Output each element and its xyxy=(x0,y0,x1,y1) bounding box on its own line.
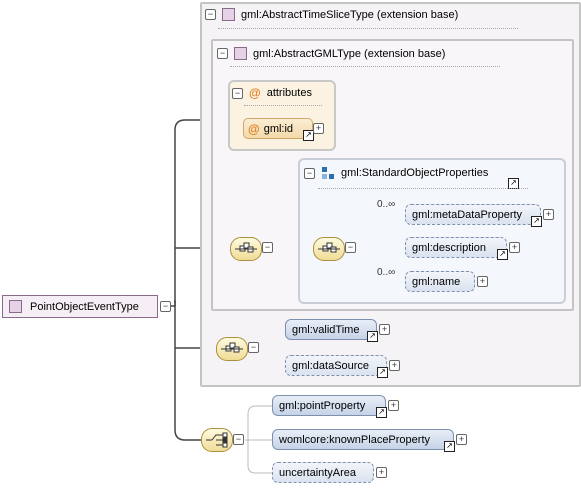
divider xyxy=(218,28,518,29)
plus-toggle-icon[interactable]: + xyxy=(313,123,324,134)
minus-toggle-icon[interactable]: − xyxy=(217,48,228,59)
plus-toggle-icon[interactable]: + xyxy=(379,324,390,335)
cardinality-label: 0..∞ xyxy=(377,199,396,210)
root-type-pointobjecteventtype[interactable]: PointObjectEventType xyxy=(2,295,158,318)
choice-compositor-icon[interactable] xyxy=(201,428,233,452)
element-gml-description[interactable]: gml:description ↗ xyxy=(405,237,508,260)
reference-arrow-icon[interactable]: ↗ xyxy=(367,331,378,342)
reference-arrow-icon[interactable]: ↗ xyxy=(497,249,508,260)
abstract-time-slice-header: − gml:AbstractTimeSliceType (extension b… xyxy=(205,8,458,21)
element-label: gml:metaDataProperty xyxy=(412,208,523,221)
element-label: gml:description xyxy=(412,241,486,254)
element-label: gml:validTime xyxy=(292,323,360,336)
attribute-at-icon: @ xyxy=(249,86,261,100)
element-label: uncertaintyArea xyxy=(279,466,357,479)
divider xyxy=(318,188,528,189)
connector-uncertainty xyxy=(247,440,272,474)
minus-toggle-icon[interactable]: − xyxy=(248,342,259,353)
attributes-header: − @ attributes xyxy=(232,86,312,100)
element-gml-datasource[interactable]: gml:dataSource ↗ xyxy=(285,355,388,378)
reference-arrow-icon[interactable]: ↗ xyxy=(444,441,455,452)
element-label: womlcore:knownPlaceProperty xyxy=(279,433,431,446)
plus-toggle-icon[interactable]: + xyxy=(388,400,399,411)
group-icon xyxy=(322,167,334,179)
element-womlcore-knownplaceproperty[interactable]: womlcore:knownPlaceProperty ↗ xyxy=(272,429,455,452)
reference-arrow-icon[interactable]: ↗ xyxy=(377,367,388,378)
element-label: gml:pointProperty xyxy=(279,399,366,412)
element-uncertaintyarea[interactable]: uncertaintyArea xyxy=(272,462,374,483)
element-gml-validtime[interactable]: gml:validTime ↗ xyxy=(285,319,378,342)
connector-pointproperty xyxy=(245,405,272,441)
complex-type-icon xyxy=(234,47,247,60)
sequence-compositor-icon[interactable] xyxy=(313,237,345,261)
abstract-time-slice-label: gml:AbstractTimeSliceType (extension bas… xyxy=(241,8,459,21)
abstract-gml-header: − gml:AbstractGMLType (extension base) xyxy=(217,47,445,60)
minus-toggle-icon[interactable]: − xyxy=(205,9,216,20)
reference-arrow-icon[interactable]: ↗ xyxy=(531,216,542,227)
plus-toggle-icon[interactable]: + xyxy=(509,242,520,253)
plus-toggle-icon[interactable]: + xyxy=(376,467,387,478)
minus-toggle-icon[interactable]: − xyxy=(262,242,273,253)
sequence-compositor-icon[interactable] xyxy=(216,337,248,361)
attribute-at-icon: @ xyxy=(248,121,260,136)
abstract-gml-label: gml:AbstractGMLType (extension base) xyxy=(253,47,446,60)
plus-toggle-icon[interactable]: + xyxy=(456,434,467,445)
element-gml-name[interactable]: gml:name xyxy=(405,271,475,292)
minus-toggle-icon[interactable]: − xyxy=(345,242,356,253)
element-label: gml:name xyxy=(412,275,461,288)
divider xyxy=(230,66,500,67)
element-label: gml:dataSource xyxy=(292,359,370,372)
sequence-compositor-icon[interactable] xyxy=(230,237,262,261)
attribute-gml-id[interactable]: @ gml:id ↗ xyxy=(243,118,314,141)
minus-toggle-icon[interactable]: − xyxy=(160,301,171,312)
root-type-label: PointObjectEventType xyxy=(30,300,139,313)
plus-toggle-icon[interactable]: + xyxy=(389,360,400,371)
element-gml-metadataproperty[interactable]: gml:metaDataProperty ↗ xyxy=(405,204,542,227)
plus-toggle-icon[interactable]: + xyxy=(543,209,554,220)
reference-arrow-icon[interactable]: ↗ xyxy=(376,407,387,418)
element-gml-pointproperty[interactable]: gml:pointProperty ↗ xyxy=(272,395,387,418)
divider xyxy=(244,105,322,106)
standard-object-properties-header: − gml:StandardObjectProperties xyxy=(304,166,488,180)
attribute-gml-id-label: gml:id xyxy=(263,122,294,135)
complex-type-icon xyxy=(222,8,235,21)
minus-toggle-icon[interactable]: − xyxy=(232,87,243,99)
attributes-label: attributes xyxy=(266,87,312,99)
minus-toggle-icon[interactable]: − xyxy=(304,167,315,179)
cardinality-label: 0..∞ xyxy=(377,267,396,278)
plus-toggle-icon[interactable]: + xyxy=(477,276,488,287)
minus-toggle-icon[interactable]: − xyxy=(233,434,244,445)
standard-object-properties-label: gml:StandardObjectProperties xyxy=(341,167,489,179)
complex-type-icon xyxy=(9,300,22,313)
connector-root-to-choice xyxy=(174,300,203,441)
